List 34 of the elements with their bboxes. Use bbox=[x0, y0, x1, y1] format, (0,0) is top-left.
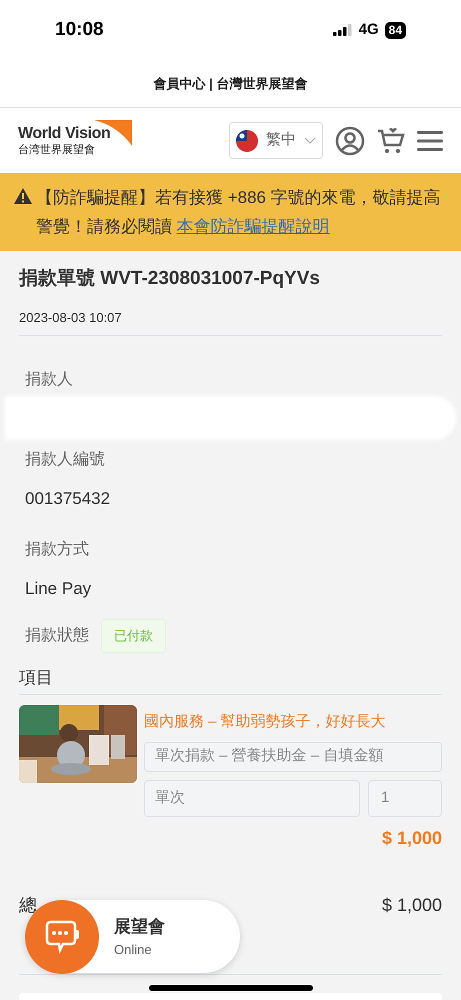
flag-icon bbox=[236, 130, 258, 152]
status-badge: 已付款 bbox=[101, 619, 166, 652]
field-value: 001375432 bbox=[25, 488, 112, 510]
field-label: 捐款人 bbox=[25, 370, 74, 390]
language-select[interactable]: 繁中 bbox=[229, 122, 323, 159]
user-icon[interactable] bbox=[335, 126, 365, 156]
total-value: $ 1,000 bbox=[382, 894, 442, 916]
warning-icon bbox=[14, 188, 32, 204]
chat-name: 展望會 bbox=[114, 916, 165, 938]
order-date: 2023-08-03 10:07 bbox=[19, 308, 442, 336]
item-title: 國內服務 – 幫助弱勢孩子，好好長大 bbox=[144, 712, 387, 732]
items-heading: 項目 bbox=[19, 664, 442, 695]
alert-message: 【防詐騙提醒】若有接獲 +886 字號的來電，敬請提高警覺！請務必閱讀 本會防詐騙提醒說明 bbox=[36, 187, 442, 238]
signal-icon bbox=[332, 24, 353, 36]
network-label: 4G bbox=[358, 20, 379, 40]
chevron-icon bbox=[304, 136, 316, 144]
cart-icon[interactable] bbox=[377, 126, 405, 154]
chat-status: Online bbox=[114, 940, 152, 958]
field-value: Line Pay bbox=[25, 578, 92, 600]
logo-subtitle: 台湾世界展望會 bbox=[18, 142, 96, 156]
status-time: 10:08 bbox=[55, 18, 104, 42]
quantity-field: 1 bbox=[368, 780, 442, 816]
menu-icon[interactable] bbox=[417, 130, 443, 152]
alert-link[interactable]: 本會防詐騙提醒說明 bbox=[176, 217, 330, 236]
site-title: 會員中心 | 台灣世界展望會 bbox=[154, 74, 308, 93]
plan-field: 單次捐款 – 營養扶助金 – 自填金額 bbox=[144, 742, 442, 772]
order-title: 捐款單號 WVT-2308031007-PqYVs bbox=[19, 267, 321, 291]
battery-indicator: 84 bbox=[384, 22, 406, 38]
frequency-field: 單次 bbox=[144, 780, 360, 816]
field-label: 捐款狀態 bbox=[25, 626, 89, 646]
item-price: $ 1,000 bbox=[382, 826, 442, 850]
logo-text: World Vision bbox=[18, 124, 110, 142]
field-label: 捐款人編號 bbox=[25, 450, 106, 470]
field-label: 捐款方式 bbox=[25, 540, 90, 560]
